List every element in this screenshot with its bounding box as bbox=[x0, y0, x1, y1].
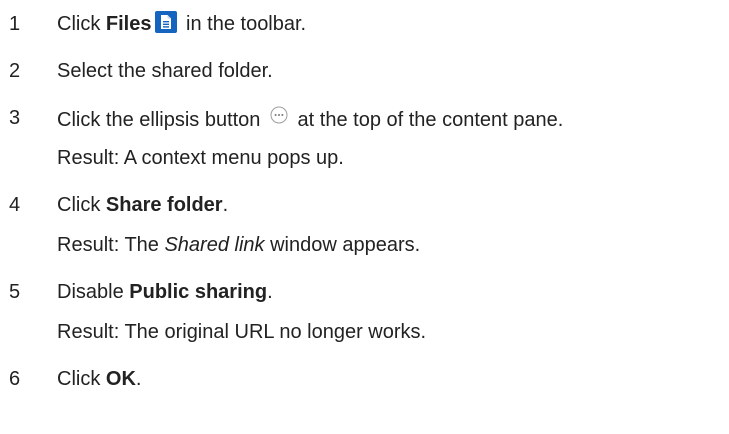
step-number: 1 bbox=[9, 13, 21, 35]
result-post: window appears. bbox=[264, 234, 421, 256]
ok-label: OK bbox=[105, 368, 136, 390]
files-label: Files bbox=[105, 13, 152, 35]
step-number: 3 bbox=[9, 107, 21, 129]
step-2: 2 Select the shared folder. bbox=[0, 51, 729, 91]
file-document-icon bbox=[155, 7, 178, 33]
step-instruction: Click Files in the toolbar. bbox=[57, 4, 729, 44]
step-instruction: Click Share folder. bbox=[57, 185, 729, 225]
step-instruction: Click the ellipsis button at the top of … bbox=[57, 98, 729, 138]
step-number: 6 bbox=[9, 368, 21, 390]
step-text-post: in the toolbar. bbox=[180, 13, 307, 35]
step-text-pre: Disable bbox=[57, 281, 130, 303]
step-1: 1 Click Files in the toolbar. bbox=[0, 4, 729, 44]
step-text-post: . bbox=[135, 368, 142, 390]
step-4: 4 Click Share folder. Result: The Shared… bbox=[0, 185, 729, 265]
ellipsis-circle-icon bbox=[270, 98, 288, 124]
step-result: Result: The Shared link window appears. bbox=[57, 225, 729, 265]
step-number: 5 bbox=[9, 281, 21, 303]
procedure-steps: 1 Click Files in the toolbar. 2 Select t… bbox=[0, 0, 729, 399]
step-3: 3 Click the ellipsis button at the top o… bbox=[0, 98, 729, 178]
step-result: Result: A context menu pops up. bbox=[57, 147, 344, 169]
step-text-post: . bbox=[267, 281, 273, 303]
step-text-pre: Click bbox=[57, 194, 106, 216]
step-result: Result: The original URL no longer works… bbox=[57, 321, 427, 343]
share-folder-label: Share folder bbox=[105, 194, 223, 216]
step-text-pre: Click bbox=[57, 368, 106, 390]
step-6: 6 Click OK. bbox=[0, 359, 729, 399]
public-sharing-label: Public sharing bbox=[129, 281, 268, 303]
step-text-post: at the top of the content pane. bbox=[291, 109, 564, 131]
shared-link-window-name: Shared link bbox=[164, 234, 265, 256]
step-text-post: . bbox=[222, 194, 229, 216]
step-text-pre: Click the ellipsis button bbox=[57, 109, 266, 131]
step-5: 5 Disable Public sharing. Result: The or… bbox=[0, 272, 729, 352]
step-instruction: Click OK. bbox=[57, 359, 729, 399]
step-instruction: Select the shared folder. bbox=[57, 60, 273, 82]
step-number: 2 bbox=[9, 60, 21, 82]
result-pre: Result: The bbox=[57, 234, 165, 256]
step-text-pre: Click bbox=[57, 13, 106, 35]
step-number: 4 bbox=[9, 194, 21, 216]
step-instruction: Disable Public sharing. bbox=[57, 272, 729, 312]
